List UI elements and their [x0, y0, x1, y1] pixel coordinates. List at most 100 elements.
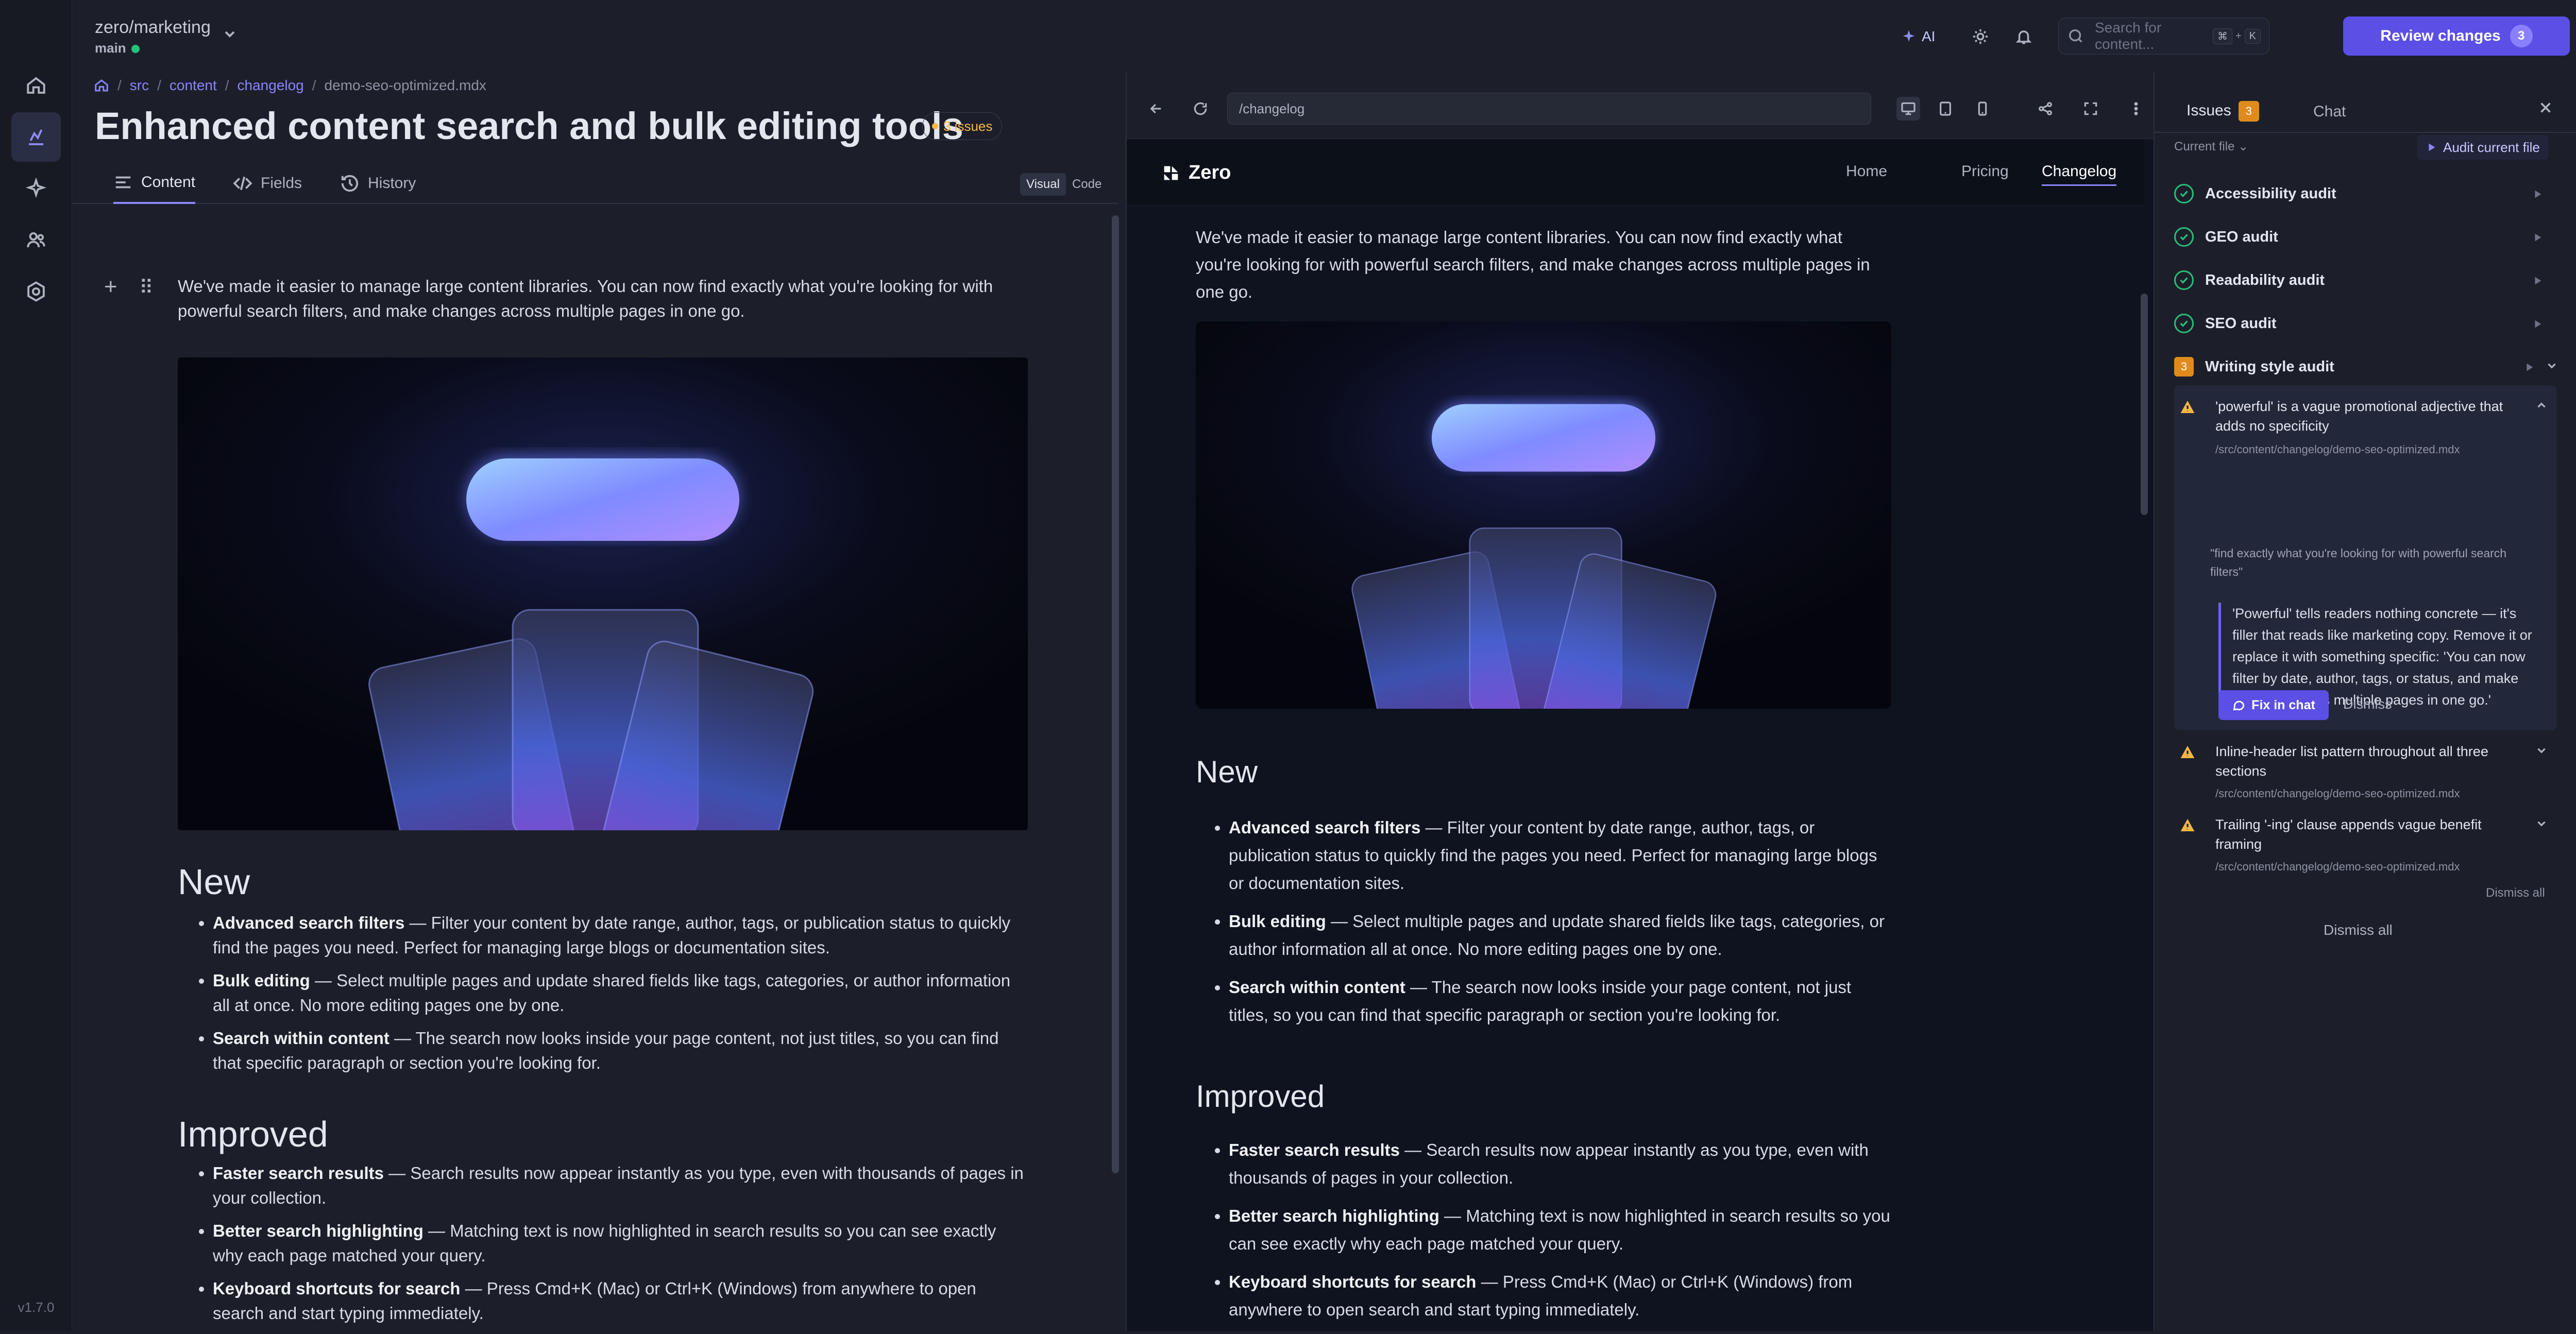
item-title: Advanced search filters [1229, 818, 1421, 837]
settings-icon[interactable] [11, 267, 61, 316]
breadcrumb-src[interactable]: src [130, 77, 149, 94]
theme-toggle[interactable] [1968, 24, 1993, 49]
play-icon[interactable] [2532, 187, 2545, 200]
audit-current-file-button[interactable]: Audit current file [2417, 135, 2548, 160]
tab-history[interactable]: History [340, 163, 416, 204]
chevron-down-icon[interactable] [2535, 744, 2550, 759]
branch-indicator[interactable]: main [95, 40, 140, 56]
list-item[interactable]: Faster search results — Search results n… [213, 1161, 1029, 1210]
play-icon[interactable] [2532, 230, 2545, 244]
home-icon[interactable] [94, 78, 109, 93]
tab-fields[interactable]: Fields [233, 163, 302, 204]
page-title[interactable]: Enhanced content search and bulk editing… [95, 104, 963, 148]
tablet-view-icon[interactable] [1934, 97, 1957, 121]
audit-name: GEO audit [2205, 228, 2278, 245]
mobile-view-icon[interactable] [1971, 97, 1994, 121]
chevron-up-icon[interactable] [2535, 399, 2550, 414]
share-icon[interactable] [2033, 97, 2057, 121]
shortcut-key-k: K [2244, 28, 2261, 44]
zero-logo-icon [1164, 166, 1178, 180]
ai-button[interactable]: AI [1891, 23, 1945, 50]
breadcrumb-content[interactable]: content [170, 77, 217, 94]
issues-badge[interactable]: 3 issues [922, 112, 1003, 140]
tab-issues[interactable]: Issues 3 [2187, 101, 2259, 122]
scope-label: Current file [2174, 140, 2235, 153]
item-title: Faster search results [213, 1164, 384, 1183]
reload-icon[interactable] [1189, 97, 1212, 121]
chevron-down-icon[interactable] [2535, 817, 2550, 832]
fix-in-chat-button[interactable]: Fix in chat [2218, 690, 2329, 720]
list-item[interactable]: Advanced search filters — Filter your co… [213, 911, 1029, 960]
audit-row-readability[interactable]: Readability audit [2174, 265, 2561, 296]
list-item[interactable]: Search within content — The search now l… [213, 1026, 1029, 1075]
editor-scrollbar[interactable] [1112, 215, 1119, 1173]
list-item[interactable]: Keyboard shortcuts for search — Press Cm… [213, 1276, 1029, 1326]
mode-code[interactable]: Code [1066, 173, 1108, 196]
expand-icon[interactable] [2079, 97, 2103, 121]
list-item[interactable]: Bulk editing — Select multiple pages and… [213, 968, 1029, 1018]
list-item[interactable]: Better search highlighting — Matching te… [213, 1219, 1029, 1268]
repo-name[interactable]: zero/marketing [95, 18, 211, 38]
intro-paragraph[interactable]: We've made it easier to manage large con… [178, 274, 1028, 323]
chevron-down-icon[interactable] [222, 26, 238, 42]
panel-divider [2155, 132, 2576, 133]
chevron-down-icon[interactable] [2545, 359, 2561, 374]
preview-url-input[interactable]: /changelog [1227, 93, 1871, 125]
shortcut-key-cmd: ⌘ [2212, 28, 2232, 44]
notifications-button[interactable] [2011, 24, 2036, 49]
preview-toolbar: /changelog [1127, 72, 2155, 139]
tab-content-label: Content [141, 174, 196, 191]
back-icon[interactable] [1144, 97, 1168, 121]
breadcrumb-changelog[interactable]: changelog [238, 77, 304, 94]
search-artwork [178, 357, 1028, 830]
ai-sparkle-icon [1903, 30, 1915, 42]
home-icon[interactable] [11, 61, 61, 110]
list-item: Search within content — The search now l… [1229, 973, 1891, 1029]
content-icon[interactable] [11, 112, 61, 162]
site-nav-pricing[interactable]: Pricing [1961, 163, 2009, 180]
audit-name: SEO audit [2205, 315, 2277, 332]
tab-chat[interactable]: Chat [2313, 103, 2346, 121]
item-text: — Select multiple pages and update share… [1229, 912, 1885, 959]
site-header: Zero Home Pricing Changelog [1127, 139, 2144, 206]
site-nav-changelog[interactable]: Changelog [2042, 163, 2117, 186]
site-nav-home[interactable]: Home [1846, 163, 1887, 180]
search-input[interactable]: Search for content... ⌘ + K [2058, 18, 2269, 55]
play-icon[interactable] [2532, 273, 2545, 287]
search-icon [2069, 29, 2082, 43]
audit-row-accessibility[interactable]: Accessibility audit [2174, 178, 2561, 209]
review-changes-button[interactable]: Review changes 3 [2343, 16, 2570, 56]
ai-sparkle-icon[interactable] [11, 164, 61, 213]
list-item: Faster search results — Search results n… [1229, 1136, 1891, 1192]
audit-name: Accessibility audit [2205, 185, 2336, 202]
hero-image[interactable] [178, 357, 1028, 830]
chevron-down-icon: ⌄ [2238, 140, 2249, 153]
warning-icon [2179, 817, 2196, 833]
audit-row-seo[interactable]: SEO audit [2174, 308, 2561, 339]
section-heading-improved[interactable]: Improved [178, 1114, 328, 1155]
dismiss-all-button[interactable]: Dismiss all [2324, 922, 2393, 938]
desktop-view-icon[interactable] [1896, 97, 1920, 121]
mode-visual[interactable]: Visual [1020, 173, 1066, 196]
dismiss-all-link[interactable]: Dismiss all [2486, 886, 2545, 900]
section-heading-new[interactable]: New [178, 861, 250, 902]
preview-new-list: Advanced search filters — Filter your co… [1196, 814, 1891, 1039]
play-icon[interactable] [2532, 317, 2545, 330]
issue-quote: "find exactly what you're looking for wi… [2210, 546, 2507, 578]
drag-handle-icon[interactable]: ⠿ [139, 276, 154, 299]
dismiss-issue-button[interactable]: Dismiss [2343, 696, 2392, 712]
users-icon[interactable] [11, 215, 61, 265]
breadcrumb: / src / content / changelog / demo-seo-o… [94, 77, 486, 94]
more-options-icon[interactable] [2124, 97, 2148, 121]
add-block-icon[interactable]: + [104, 274, 117, 300]
close-panel-button[interactable] [2537, 99, 2557, 119]
play-icon[interactable] [2523, 360, 2537, 373]
chat-bubble-icon [2233, 700, 2245, 711]
site-logo[interactable]: Zero [1161, 162, 1231, 184]
audit-row-geo[interactable]: GEO audit [2174, 221, 2561, 252]
tab-content[interactable]: Content [113, 163, 196, 204]
branch-name: main [95, 40, 126, 56]
audit-row-writing-style[interactable]: 3 Writing style audit [2174, 351, 2561, 382]
preview-scrollbar[interactable] [2141, 294, 2148, 515]
scope-select[interactable]: Current file ⌄ [2174, 139, 2248, 154]
